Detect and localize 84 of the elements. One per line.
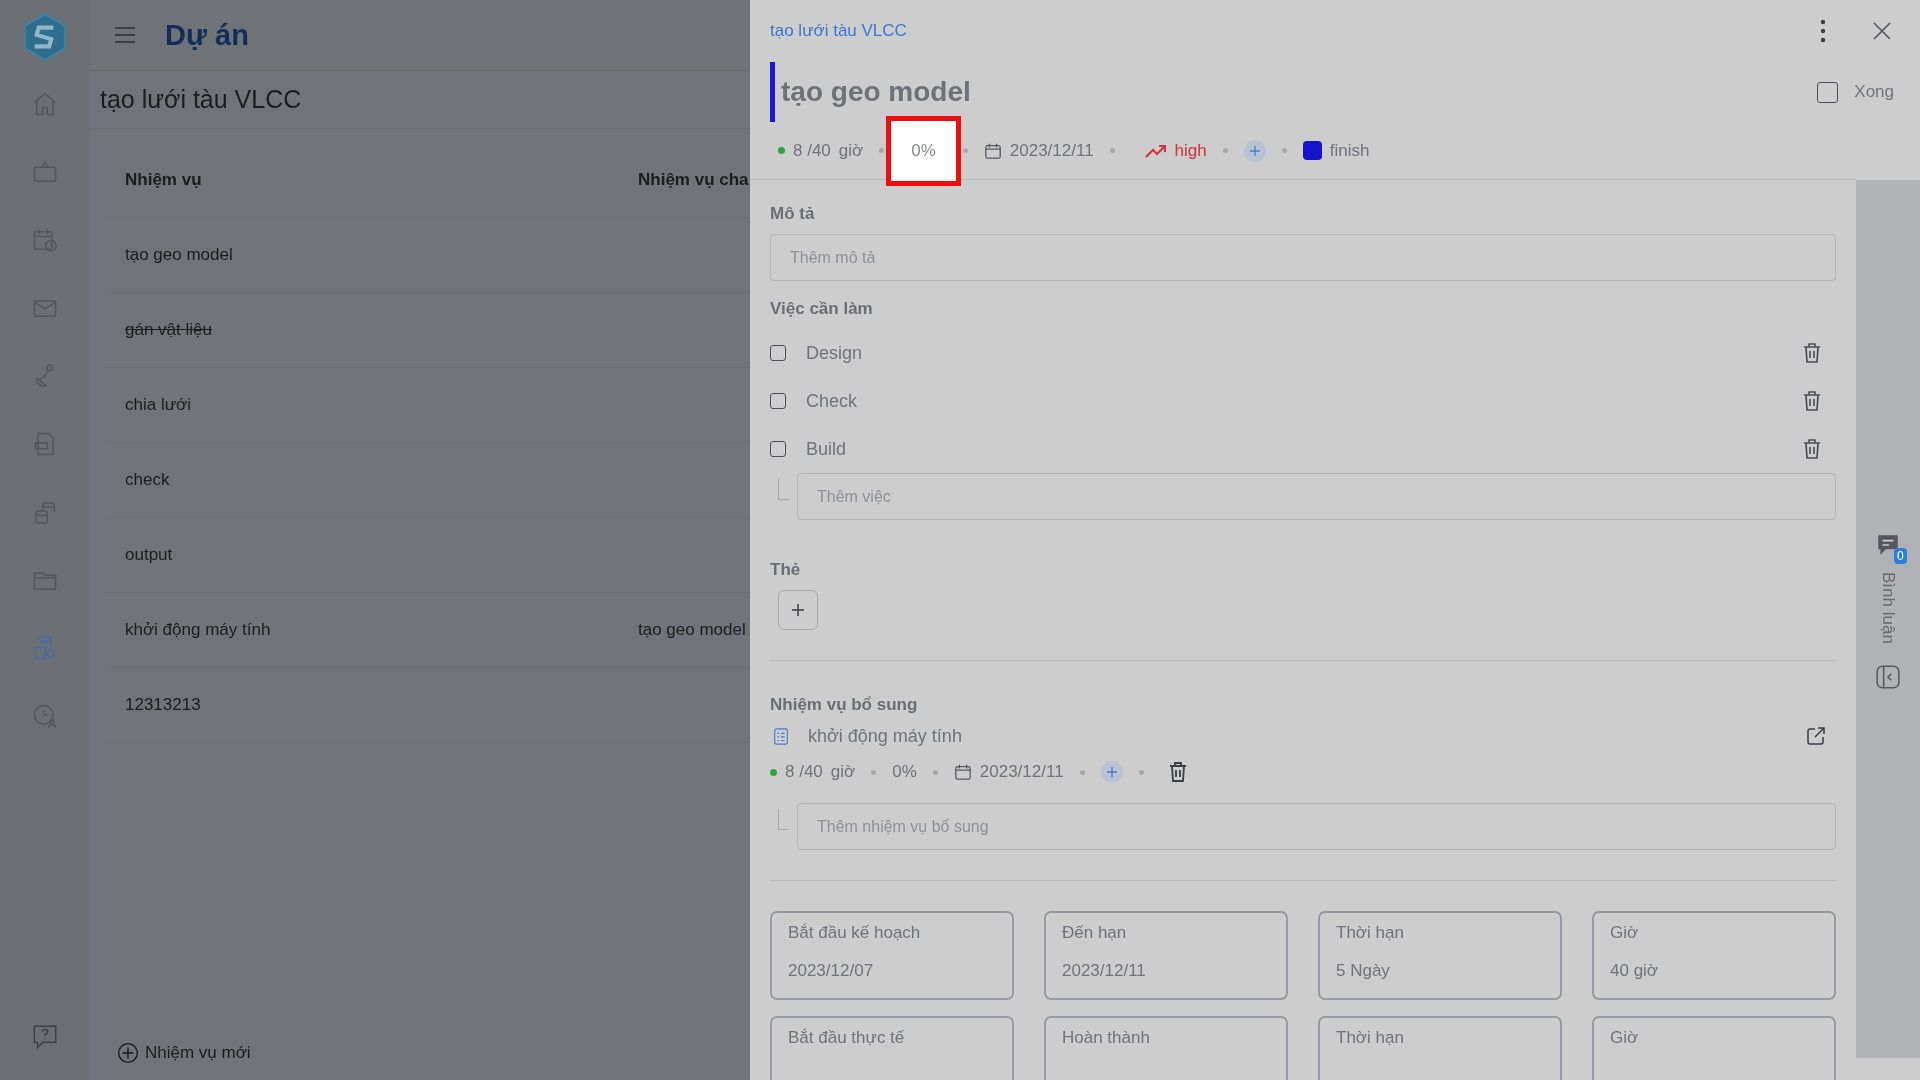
hours-text: 8 /40 [793,140,831,161]
task-name[interactable]: output [125,545,638,565]
column-header: Nhiệm vụ [125,170,203,190]
date-card[interactable]: Giờ [1592,1016,1836,1080]
trash-icon[interactable] [1167,761,1188,783]
add-todo-field[interactable]: Thêm việc [797,473,1836,520]
date-label: Giờ [1610,1028,1640,1048]
comment-count-badge: 0 [1894,548,1907,564]
comments-label[interactable]: Bình luận [1878,572,1898,644]
section-label: Nhiệm vụ bổ sung [770,695,919,715]
subtask-title[interactable]: khởi động máy tính [808,725,1788,747]
date-value: 40 giờ [1610,961,1659,981]
date-label: Giờ [1610,923,1640,943]
todo-text: Check [806,390,859,412]
date-card[interactable]: Đến hạn 2023/12/11 [1044,911,1288,1000]
connector-line [778,809,789,830]
plus-icon [790,602,806,618]
priority-label[interactable]: high [1174,140,1207,161]
status-dot [778,147,785,154]
date-card[interactable]: Giờ 40 giờ [1592,911,1836,1000]
hours-unit: giờ [838,140,864,161]
task-name[interactable]: khởi động máy tính [125,620,638,640]
task-name[interactable]: 12313213 [125,695,638,715]
date-value: 2023/12/11 [1062,961,1147,981]
trash-icon[interactable] [1802,438,1822,460]
date-label: Thời hạn [1336,1028,1405,1048]
logo-icon [22,12,68,62]
external-link-icon[interactable] [1806,726,1826,746]
add-circle-icon [117,1042,139,1064]
parent-task: tạo geo model [638,620,747,640]
date-value: 2023/12/07 [788,961,875,981]
date-card[interactable]: Hoàn thành [1044,1016,1288,1080]
description-field[interactable]: Thêm mô tả [770,234,1836,281]
trash-icon[interactable] [1802,390,1822,412]
todo-checkbox[interactable] [770,441,786,457]
section-label: Thẻ [770,560,802,580]
date-label: Thời hạn [1336,923,1405,943]
todo-checkbox[interactable] [770,393,786,409]
date-label: Đến hạn [1062,923,1128,943]
progress-text[interactable]: 0% [886,115,961,186]
todo-checkbox[interactable] [770,345,786,361]
more-icon[interactable] [1820,19,1826,43]
date-card[interactable]: Thời hạn 5 Ngày [1318,911,1562,1000]
date-card[interactable]: Thời hạn [1318,1016,1562,1080]
date-label: Hoàn thành [1062,1028,1151,1048]
project-title: tạo lưới tàu VLCC [90,71,750,129]
section-label: Mô tả [770,204,816,224]
column-header: Nhiệm vụ cha [638,170,750,190]
due-date[interactable]: 2023/12/11 [979,762,1064,782]
hours-text: 8 /40 [785,762,823,782]
add-subtask-field[interactable]: Thêm nhiệm vụ bổ sung [797,803,1836,850]
collapse-icon[interactable] [1875,663,1901,690]
date-card[interactable]: Bắt đầu thực tế [770,1016,1014,1080]
add-tag-button[interactable] [778,590,818,630]
connector-line [778,479,789,500]
date-card[interactable]: Bắt đầu kế hoạch 2023/12/07 [770,911,1014,1000]
checklist-icon [772,727,790,745]
page-title: Dự án [165,18,249,52]
new-task-button[interactable]: Nhiệm vụ mới [117,1042,251,1064]
task-name[interactable]: tạo geo model [125,245,638,265]
trend-up-icon [1144,142,1167,159]
status-label[interactable]: finish [1329,140,1370,161]
section-label: Việc cần làm [770,299,874,319]
date-label: Bắt đầu thực tế [788,1028,906,1048]
add-assignee-icon[interactable] [1243,139,1266,162]
calendar-icon [953,763,972,781]
date-value: 5 Ngày [1336,961,1391,981]
todo-text: Build [806,438,848,460]
hours-unit: giờ [830,762,856,782]
breadcrumb-link[interactable]: tạo lưới tàu VLCC [770,21,907,41]
close-icon[interactable] [1872,21,1892,41]
due-date[interactable]: 2023/12/11 [1009,140,1094,161]
trash-icon[interactable] [1802,342,1822,364]
task-name[interactable]: chia lưới [125,395,638,415]
done-label: Xong [1854,82,1894,102]
calendar-icon [983,141,1002,160]
task-name[interactable]: check [125,470,638,490]
todo-text: Design [806,342,864,364]
progress-text: 0% [892,762,917,782]
add-assignee-icon[interactable] [1100,761,1123,783]
date-label: Bắt đầu kế hoạch [788,923,922,943]
done-checkbox[interactable] [1817,81,1839,103]
task-name[interactable]: gán vật liệu [125,320,638,340]
status-dot [770,768,777,776]
